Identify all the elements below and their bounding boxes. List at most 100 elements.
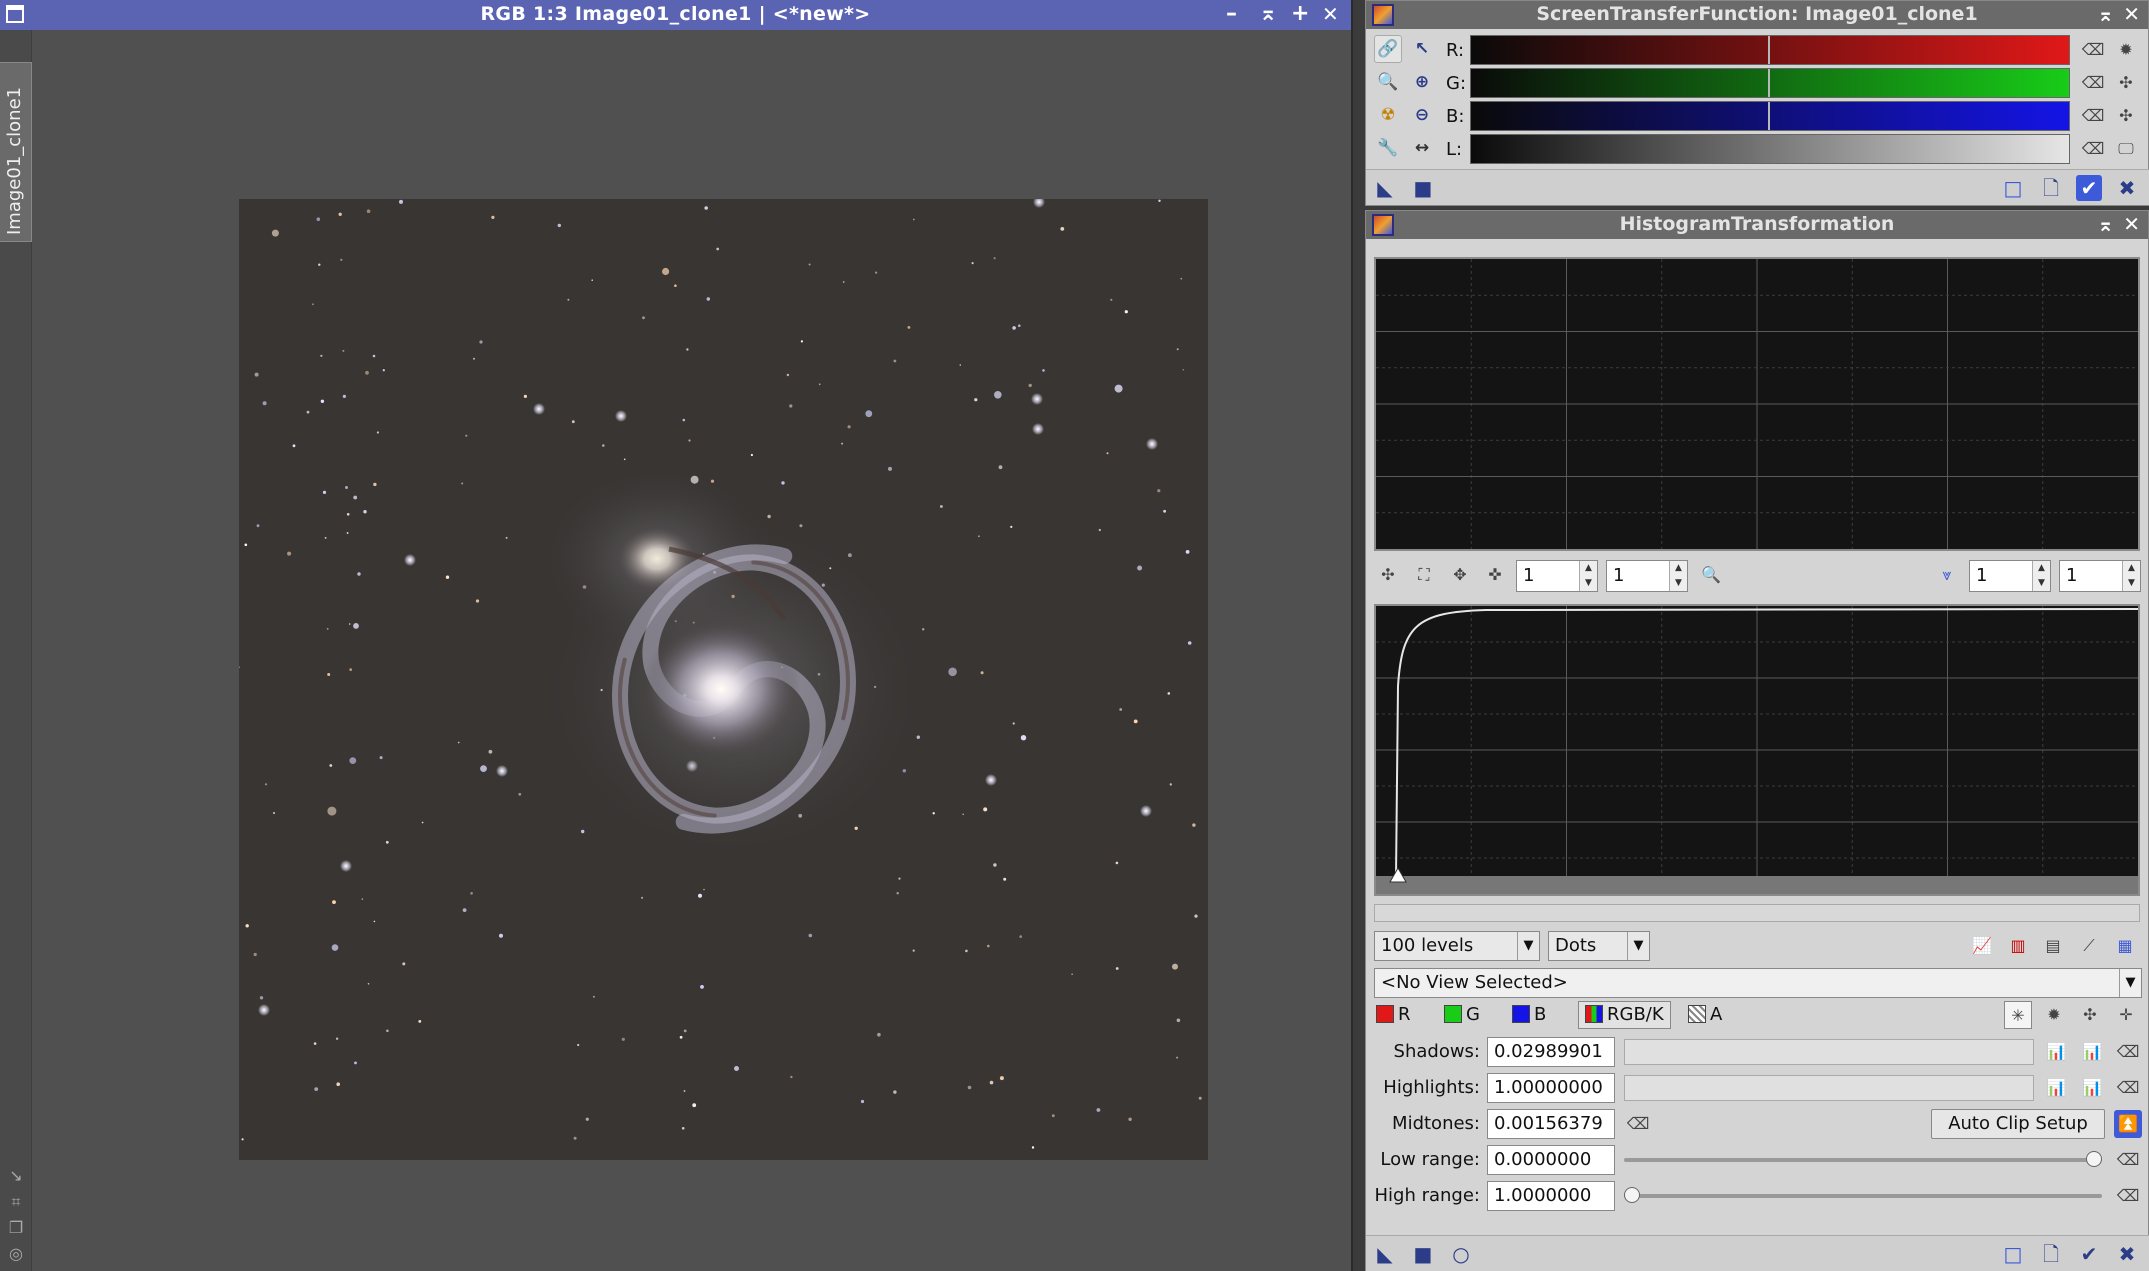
spin-arrows-icon[interactable]: ▲ ▼ (1669, 561, 1687, 591)
stf-slider-l[interactable] (1470, 134, 2070, 164)
chevron-down-icon[interactable]: ⩔ (1933, 561, 1961, 589)
preview-icon[interactable]: □ (2000, 1241, 2026, 1267)
chevron-down-icon[interactable]: ▼ (1627, 932, 1649, 960)
channel-b[interactable]: B (1512, 1003, 1546, 1027)
expand-icon[interactable]: ✥ (1446, 561, 1474, 589)
reset-icon[interactable]: ⌫ (2114, 1074, 2142, 1102)
new-instance-icon[interactable]: ◣ (1372, 175, 1398, 201)
stf-titlebar[interactable]: ScreenTransferFunction: Image01_clone1 ⌅… (1366, 1, 2148, 29)
arrow-diagonal-icon[interactable]: ↘ (6, 1166, 26, 1186)
documentation-icon[interactable]: 🗋 (2038, 175, 2064, 201)
reset-icon[interactable]: ⌫ (1624, 1110, 1652, 1138)
reset-icon[interactable]: ⌫ (2114, 1038, 2142, 1066)
crosshair-icon[interactable]: ✣ (1374, 561, 1402, 589)
move-icon[interactable]: ✜ (1481, 561, 1509, 589)
zoom-out-icon[interactable]: ⊖ (1408, 101, 1436, 129)
pointer-icon[interactable]: ↖ (1408, 35, 1436, 63)
target-icon[interactable]: ◎ (6, 1244, 26, 1264)
wrench-icon[interactable]: 🔧 (1374, 134, 1402, 162)
crosshair-icon[interactable]: ✣ (2076, 1001, 2104, 1029)
gear-icon[interactable]: ✹ (2040, 1001, 2068, 1029)
stf-slider-b[interactable] (1470, 101, 2070, 131)
gear-icon[interactable]: ✹ (2112, 36, 2140, 64)
clone-icon[interactable]: ❐ (6, 1218, 26, 1238)
histogram-icon[interactable]: 📊 (2078, 1074, 2106, 1102)
high-range-slider[interactable] (1624, 1187, 2102, 1203)
reset-all-icon[interactable]: ✖ (2114, 175, 2140, 201)
preview-icon[interactable]: □ (2000, 175, 2026, 201)
workspace-splitter[interactable] (1351, 0, 1365, 1271)
reset-icon[interactable]: ⌫ (2114, 1182, 2142, 1210)
crosshair-icon[interactable]: ✣ (2112, 69, 2140, 97)
pan-icon[interactable]: ↔ (1408, 134, 1436, 162)
output-range-bar[interactable] (1374, 904, 2140, 922)
stf-slider-g[interactable] (1470, 68, 2070, 98)
slider-knob[interactable] (1624, 1187, 1640, 1203)
output-zoom-v-spinbox[interactable]: 1 ▲ ▼ (2059, 560, 2141, 592)
close-icon[interactable]: ✕ (2123, 1, 2140, 27)
levels-combo[interactable]: 100 levels ▼ (1374, 931, 1540, 961)
view-selector[interactable]: <No View Selected> ▼ (1374, 968, 2142, 998)
maximize-icon[interactable]: + (1291, 1, 1309, 27)
close-icon[interactable]: ✕ (1322, 1, 1339, 27)
reset-all-icon[interactable]: ✖ (2114, 1241, 2140, 1267)
shade-icon[interactable]: ⌅ (2097, 211, 2114, 237)
image-titlebar[interactable]: RGB 1:3 Image01_clone1 | <*new*> – ⌅ + ✕ (0, 0, 1351, 30)
auto-clip-setup-button[interactable]: Auto Clip Setup (1931, 1109, 2105, 1139)
zoom-v-spinbox[interactable]: 1 ▲ ▼ (1606, 560, 1688, 592)
apply-global-icon[interactable]: ■ (1410, 1241, 1436, 1267)
highlights-field[interactable]: 1.00000000 (1487, 1073, 1615, 1103)
chevron-down-icon[interactable]: ▼ (2119, 969, 2141, 997)
shade-icon[interactable]: ⌅ (1259, 1, 1277, 27)
zoom-in-icon[interactable]: ⊕ (1408, 68, 1436, 96)
reset-icon[interactable]: ⌫ (2079, 102, 2107, 130)
channel-r[interactable]: R (1376, 1003, 1411, 1027)
target-icon[interactable]: ✛ (2112, 1001, 2140, 1029)
spin-arrows-icon[interactable]: ▲ ▼ (1579, 561, 1597, 591)
crosshair-icon[interactable]: ✣ (2112, 102, 2140, 130)
apply-icon[interactable]: ✔ (2076, 1241, 2102, 1267)
rgb-histogram-icon[interactable]: ▥ (2004, 932, 2032, 960)
log-scale-icon[interactable]: 📈 (1968, 932, 1996, 960)
curve-icon[interactable]: ⟋ (2075, 932, 2103, 960)
image-canvas-area[interactable] (32, 30, 1351, 1271)
shadows-field[interactable]: 0.02989901 (1487, 1037, 1615, 1067)
channel-g[interactable]: G (1444, 1003, 1480, 1027)
channel-rgbk[interactable]: RGB/K (1578, 1001, 1671, 1029)
view-tab[interactable]: Image01_clone1 (0, 62, 32, 242)
output-zoom-h-spinbox[interactable]: 1 ▲ ▼ (1969, 560, 2051, 592)
reset-icon[interactable]: ⌫ (2079, 135, 2107, 163)
auto-stretch-icon[interactable]: ☢ (1374, 101, 1402, 129)
new-instance-icon[interactable]: ◣ (1372, 1241, 1398, 1267)
graph-style-combo[interactable]: Dots ▼ (1548, 931, 1650, 961)
channel-a[interactable]: A (1688, 1003, 1722, 1027)
link-icon[interactable]: 🔗 (1374, 35, 1402, 63)
real-time-preview-icon[interactable]: ○ (1448, 1241, 1474, 1267)
auto-clip-icon[interactable]: ⏫ (2114, 1110, 2142, 1138)
sun-icon[interactable]: ✳ (2004, 1001, 2032, 1029)
slider-knob[interactable] (2086, 1151, 2102, 1167)
fit-icon[interactable]: ⛶ (1410, 561, 1438, 589)
output-histogram[interactable] (1374, 257, 2140, 551)
grid-icon[interactable]: ▦ (2111, 932, 2139, 960)
low-range-field[interactable]: 0.0000000 (1487, 1145, 1615, 1175)
shade-icon[interactable]: ⌅ (2097, 1, 2114, 27)
frame-icon[interactable]: ⌗ (6, 1192, 26, 1212)
reset-icon[interactable]: ⌫ (2079, 69, 2107, 97)
spin-arrows-icon[interactable]: ▲ ▼ (2122, 561, 2140, 591)
chevron-down-icon[interactable]: ▼ (1517, 932, 1539, 960)
midtones-field[interactable]: 0.00156379 (1487, 1109, 1615, 1139)
histogram-icon[interactable]: 📊 (2078, 1038, 2106, 1066)
high-range-field[interactable]: 1.0000000 (1487, 1181, 1615, 1211)
reset-icon[interactable]: ⌫ (2114, 1146, 2142, 1174)
histogram-icon[interactable]: 📊 (2042, 1038, 2070, 1066)
reset-icon[interactable]: ⌫ (2079, 36, 2107, 64)
low-range-slider[interactable] (1624, 1151, 2102, 1167)
zoom-h-spinbox[interactable]: 1 ▲ ▼ (1516, 560, 1598, 592)
spin-arrows-icon[interactable]: ▲ ▼ (2032, 561, 2050, 591)
close-icon[interactable]: ✕ (2123, 211, 2140, 237)
stf-slider-r[interactable] (1470, 35, 2070, 65)
magnifier-icon[interactable]: 🔍 (1697, 561, 1725, 589)
input-histogram[interactable] (1374, 604, 2140, 896)
zoom-icon[interactable]: 🔍 (1374, 68, 1402, 96)
